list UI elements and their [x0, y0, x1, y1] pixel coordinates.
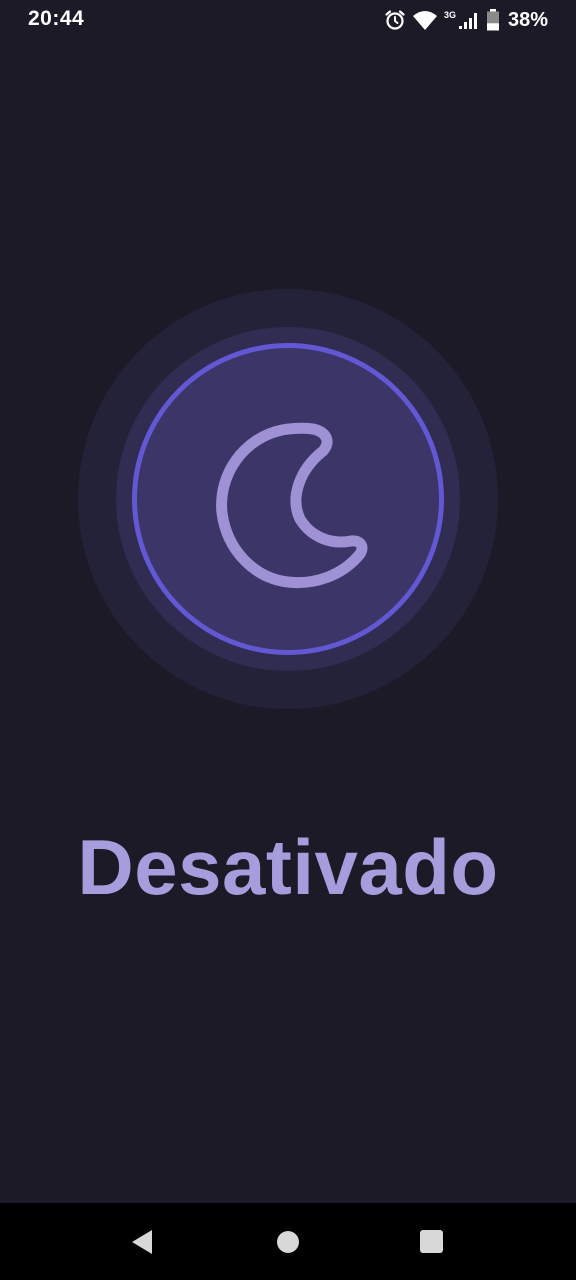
back-button[interactable]: [128, 1227, 158, 1257]
signal-icon: [458, 10, 480, 30]
recents-button[interactable]: [417, 1227, 447, 1257]
status-time: 20:44: [28, 7, 85, 30]
alarm-icon: [384, 9, 406, 31]
wifi-icon: [412, 9, 438, 31]
moon-icon: [216, 422, 368, 589]
home-button[interactable]: [273, 1227, 303, 1257]
home-icon: [277, 1231, 299, 1253]
toggle-button[interactable]: [132, 343, 444, 655]
recents-icon: [420, 1230, 443, 1253]
status-bar: 20:44 3G 38%: [0, 0, 576, 40]
battery-icon: [486, 9, 500, 31]
toggle-state-label: Desativado: [77, 823, 499, 911]
status-icons: 3G 38%: [384, 6, 548, 34]
navigation-bar: [0, 1203, 576, 1280]
back-icon: [132, 1230, 152, 1254]
network-type-label: 3G: [443, 10, 456, 20]
sleep-mode-toggle[interactable]: [78, 289, 498, 709]
screen: 20:44 3G 38% Desativado: [0, 0, 576, 1280]
battery-percent: 38%: [507, 8, 548, 31]
